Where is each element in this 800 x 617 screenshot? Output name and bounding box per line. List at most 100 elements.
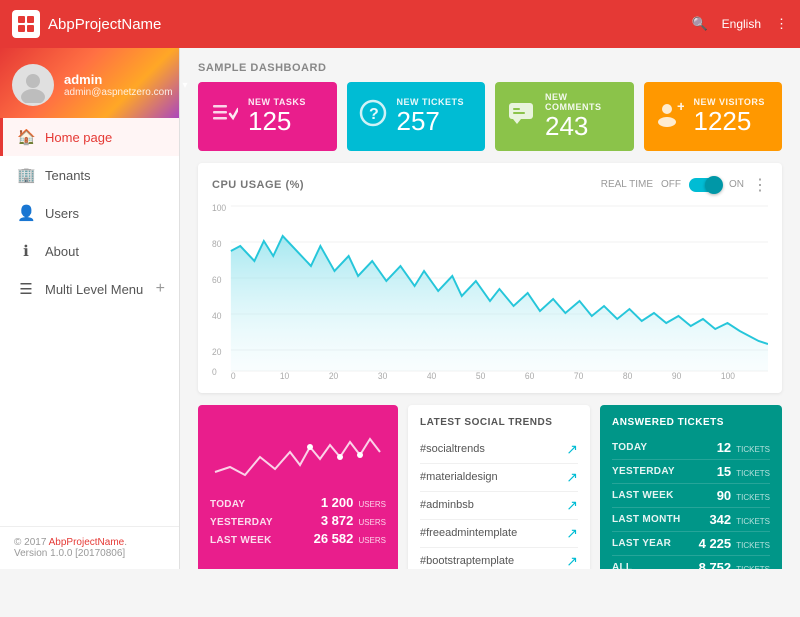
ticket-yesterday-label: YESTERDAY xyxy=(612,466,675,477)
user-email: admin@aspnetzero.com xyxy=(64,87,173,98)
tasks-label: NEW TASKS xyxy=(248,97,325,107)
ticket-lastmonth-value: 342 xyxy=(709,512,731,527)
trend-item-5: #bootstraptemplate ↗ xyxy=(420,548,578,569)
social-trends-card: LATEST SOCIAL TRENDS #socialtrends ↗ #ma… xyxy=(408,405,590,569)
svg-text:?: ? xyxy=(369,106,379,123)
today-value-group: 1 200 USERS xyxy=(321,495,386,510)
svg-text:100: 100 xyxy=(721,370,735,380)
ticket-lastmonth-value-group: 342 TICKETS xyxy=(709,512,770,527)
ticket-today-unit: TICKETS xyxy=(736,445,770,454)
bottom-cards: TODAY 1 200 USERS YESTERDAY 3 872 USERS … xyxy=(180,405,800,569)
stat-card-tickets: ? NEW TICKETS 257 xyxy=(347,82,486,151)
ticket-lastyear-value: 4 225 xyxy=(699,536,732,551)
real-time-label: REAL TIME xyxy=(601,179,653,190)
tickets-body: NEW TICKETS 257 xyxy=(397,97,474,136)
lastweek-value-group: 26 582 USERS xyxy=(314,531,386,546)
chart-header: CPU USAGE (%) REAL TIME OFF ON ⋮ xyxy=(212,175,768,195)
ticket-lastmonth-unit: TICKETS xyxy=(736,517,770,526)
footer-copyright: © 2017 xyxy=(14,537,49,548)
sidebar-item-tenants-label: Tenants xyxy=(45,168,91,183)
ticket-lastweek-unit: TICKETS xyxy=(736,493,770,502)
svg-text:60: 60 xyxy=(525,370,535,380)
svg-text:20: 20 xyxy=(329,370,339,380)
visitors-value: 1225 xyxy=(694,107,771,136)
lastweek-unit: USERS xyxy=(358,536,386,545)
dashboard-title: SAMPLE DASHBOARD xyxy=(180,48,800,82)
svg-text:10: 10 xyxy=(280,370,290,380)
sidebar-item-users[interactable]: 👤 Users xyxy=(0,194,179,232)
trend-tag-4: #freeadmintemplate xyxy=(420,527,517,539)
lastweek-row: LAST WEEK 26 582 USERS xyxy=(210,531,386,546)
more-menu-icon[interactable]: ⋮ xyxy=(775,16,788,32)
ticket-lastyear-value-group: 4 225 TICKETS xyxy=(699,536,770,551)
sidebar-item-home[interactable]: 🏠 Home page xyxy=(0,118,179,156)
search-icon[interactable]: 🔍 xyxy=(691,16,707,32)
trend-item-2: #materialdesign ↗ xyxy=(420,464,578,492)
chart-more-icon[interactable]: ⋮ xyxy=(752,175,768,195)
ticket-yesterday-value: 15 xyxy=(717,464,731,479)
add-menu-item-icon[interactable]: + xyxy=(156,280,165,298)
tickets-value: 257 xyxy=(397,107,474,136)
answered-tickets-card: ANSWERED TICKETS TODAY 12 TICKETS YESTER… xyxy=(600,405,782,569)
sidebar-item-tenants[interactable]: 🏢 Tenants xyxy=(0,156,179,194)
tickets-label: NEW TICKETS xyxy=(397,97,474,107)
sidebar-user-section: admin admin@aspnetzero.com ▾ xyxy=(0,48,179,118)
trend-item-4: #freeadmintemplate ↗ xyxy=(420,520,578,548)
sidebar: admin admin@aspnetzero.com ▾ 🏠 Home page… xyxy=(0,48,180,569)
lastweek-value: 26 582 xyxy=(314,531,354,546)
realtime-toggle[interactable] xyxy=(689,178,721,192)
ticket-all-value: 8 752 xyxy=(699,560,732,569)
today-row: TODAY 1 200 USERS xyxy=(210,495,386,510)
stat-card-tasks: NEW TASKS 125 xyxy=(198,82,337,151)
ticket-lastweek-value: 90 xyxy=(717,488,731,503)
about-icon: ℹ xyxy=(17,242,35,260)
ticket-today-label: TODAY xyxy=(612,442,647,453)
stat-cards: NEW TASKS 125 ? NEW TICKETS 257 xyxy=(180,82,800,163)
svg-text:60: 60 xyxy=(212,274,222,284)
footer-link[interactable]: AbpProjectName xyxy=(49,537,125,548)
sidebar-nav: 🏠 Home page 🏢 Tenants 👤 Users ℹ About ☰ … xyxy=(0,118,179,526)
ticket-all-label: ALL xyxy=(612,562,632,569)
mini-chart xyxy=(210,417,386,487)
ticket-today-value: 12 xyxy=(717,440,731,455)
home-icon: 🏠 xyxy=(17,128,35,146)
sidebar-item-about-label: About xyxy=(45,244,79,259)
sidebar-item-users-label: Users xyxy=(45,206,79,221)
top-navbar: AbpProjectName 🔍 English ⋮ xyxy=(0,0,800,48)
svg-text:40: 40 xyxy=(427,370,437,380)
language-selector[interactable]: English xyxy=(722,17,761,31)
ticket-lastmonth: LAST MONTH 342 TICKETS xyxy=(612,508,770,532)
toggle-track[interactable] xyxy=(689,178,721,192)
app-title: AbpProjectName xyxy=(48,16,161,33)
sidebar-item-about[interactable]: ℹ About xyxy=(0,232,179,270)
comments-value: 243 xyxy=(545,112,622,141)
main-content: SAMPLE DASHBOARD NEW TASKS 125 xyxy=(180,48,800,569)
svg-text:+: + xyxy=(677,99,684,114)
trend-arrow-3: ↗ xyxy=(566,497,578,514)
avatar xyxy=(12,64,54,106)
comments-icon xyxy=(507,99,535,133)
user-chevron-icon[interactable]: ▾ xyxy=(183,80,188,91)
tasks-body: NEW TASKS 125 xyxy=(248,97,325,136)
answered-tickets-title: ANSWERED TICKETS xyxy=(612,417,770,428)
svg-text:80: 80 xyxy=(212,238,222,248)
tenants-icon: 🏢 xyxy=(17,166,35,184)
visitors-body: NEW VISITORS 1225 xyxy=(694,97,771,136)
yesterday-label: YESTERDAY xyxy=(210,517,273,528)
app-version: Version 1.0.0 [20170806] xyxy=(14,548,125,559)
yesterday-row: YESTERDAY 3 872 USERS xyxy=(210,513,386,528)
comments-body: NEW COMMENTS 243 xyxy=(545,92,622,141)
today-unit: USERS xyxy=(358,500,386,509)
ticket-yesterday-unit: TICKETS xyxy=(736,469,770,478)
navbar-right: 🔍 English ⋮ xyxy=(691,16,788,32)
menu-icon: ☰ xyxy=(17,280,35,298)
yesterday-value-group: 3 872 USERS xyxy=(321,513,386,528)
sidebar-item-home-label: Home page xyxy=(45,130,112,145)
sidebar-item-multilevel[interactable]: ☰ Multi Level Menu + xyxy=(0,270,179,308)
chart-title: CPU USAGE (%) xyxy=(212,179,304,191)
tasks-icon xyxy=(210,99,238,133)
visitors-card: TODAY 1 200 USERS YESTERDAY 3 872 USERS … xyxy=(198,405,398,569)
today-value: 1 200 xyxy=(321,495,354,510)
toggle-thumb xyxy=(705,176,723,194)
user-info: admin admin@aspnetzero.com xyxy=(64,72,173,98)
